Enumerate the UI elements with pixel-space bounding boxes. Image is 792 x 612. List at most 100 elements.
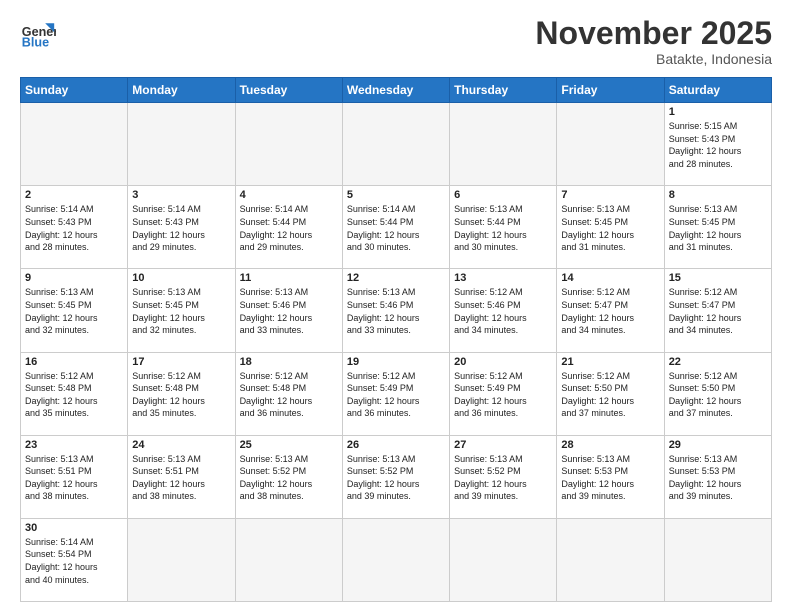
calendar-cell: 19 Sunrise: 5:12 AM Sunset: 5:49 PM Dayli… — [342, 352, 449, 435]
cell-info: Sunrise: 5:13 AM Sunset: 5:53 PM Dayligh… — [561, 453, 659, 503]
day-number: 21 — [561, 356, 659, 368]
day-number: 25 — [240, 439, 338, 451]
cell-info: Sunrise: 5:12 AM Sunset: 5:47 PM Dayligh… — [669, 286, 767, 336]
cell-info: Sunrise: 5:15 AM Sunset: 5:43 PM Dayligh… — [669, 120, 767, 170]
day-number: 16 — [25, 356, 123, 368]
header: General Blue November 2025 Batakte, Indo… — [20, 16, 772, 67]
calendar-cell: 9Sunrise: 5:13 AM Sunset: 5:45 PM Daylig… — [21, 269, 128, 352]
day-number: 26 — [347, 439, 445, 451]
day-number: 24 — [132, 439, 230, 451]
cell-info: Sunrise: 5:14 AM Sunset: 5:44 PM Dayligh… — [240, 203, 338, 253]
day-number: 23 — [25, 439, 123, 451]
cell-info: Sunrise: 5:12 AM Sunset: 5:48 PM Dayligh… — [25, 370, 123, 420]
calendar-cell: 4 Sunrise: 5:14 AM Sunset: 5:44 PM Daylig… — [235, 186, 342, 269]
day-header-thursday: Thursday — [450, 78, 557, 103]
calendar: SundayMondayTuesdayWednesdayThursdayFrid… — [20, 77, 772, 602]
cell-info: Sunrise: 5:13 AM Sunset: 5:51 PM Dayligh… — [25, 453, 123, 503]
calendar-cell — [128, 103, 235, 186]
day-number: 3 — [132, 189, 230, 201]
cell-info: Sunrise: 5:12 AM Sunset: 5:48 PM Dayligh… — [240, 370, 338, 420]
calendar-cell: 12 Sunrise: 5:13 AM Sunset: 5:46 PM Dayli… — [342, 269, 449, 352]
day-number: 19 — [347, 356, 445, 368]
cell-info: Sunrise: 5:14 AM Sunset: 5:54 PM Dayligh… — [25, 536, 123, 586]
day-header-wednesday: Wednesday — [342, 78, 449, 103]
day-header-saturday: Saturday — [664, 78, 771, 103]
calendar-cell: 24 Sunrise: 5:13 AM Sunset: 5:51 PM Dayli… — [128, 435, 235, 518]
calendar-cell — [342, 103, 449, 186]
svg-text:Blue: Blue — [22, 36, 49, 50]
day-header-monday: Monday — [128, 78, 235, 103]
day-number: 22 — [669, 356, 767, 368]
calendar-cell — [557, 518, 664, 601]
cell-info: Sunrise: 5:13 AM Sunset: 5:45 PM Dayligh… — [669, 203, 767, 253]
calendar-cell: 30 Sunrise: 5:14 AM Sunset: 5:54 PM Dayli… — [21, 518, 128, 601]
calendar-cell — [450, 518, 557, 601]
cell-info: Sunrise: 5:12 AM Sunset: 5:48 PM Dayligh… — [132, 370, 230, 420]
cell-info: Sunrise: 5:13 AM Sunset: 5:45 PM Dayligh… — [132, 286, 230, 336]
day-number: 11 — [240, 272, 338, 284]
cell-info: Sunrise: 5:13 AM Sunset: 5:52 PM Dayligh… — [347, 453, 445, 503]
cell-info: Sunrise: 5:12 AM Sunset: 5:46 PM Dayligh… — [454, 286, 552, 336]
day-number: 20 — [454, 356, 552, 368]
calendar-cell: 5Sunrise: 5:14 AM Sunset: 5:44 PM Daylig… — [342, 186, 449, 269]
calendar-cell: 17 Sunrise: 5:12 AM Sunset: 5:48 PM Dayli… — [128, 352, 235, 435]
logo: General Blue — [20, 16, 56, 52]
day-header-friday: Friday — [557, 78, 664, 103]
day-number: 6 — [454, 189, 552, 201]
day-number: 12 — [347, 272, 445, 284]
calendar-cell: 16 Sunrise: 5:12 AM Sunset: 5:48 PM Dayli… — [21, 352, 128, 435]
day-header-sunday: Sunday — [21, 78, 128, 103]
calendar-cell: 27Sunrise: 5:13 AM Sunset: 5:52 PM Dayli… — [450, 435, 557, 518]
month-title: November 2025 — [535, 16, 772, 51]
calendar-cell: 14Sunrise: 5:12 AM Sunset: 5:47 PM Dayli… — [557, 269, 664, 352]
cell-info: Sunrise: 5:13 AM Sunset: 5:44 PM Dayligh… — [454, 203, 552, 253]
calendar-cell: 10 Sunrise: 5:13 AM Sunset: 5:45 PM Dayli… — [128, 269, 235, 352]
calendar-cell: 2 Sunrise: 5:14 AM Sunset: 5:43 PM Daylig… — [21, 186, 128, 269]
day-number: 30 — [25, 522, 123, 534]
day-number: 28 — [561, 439, 659, 451]
day-number: 29 — [669, 439, 767, 451]
calendar-cell — [557, 103, 664, 186]
day-number: 7 — [561, 189, 659, 201]
cell-info: Sunrise: 5:13 AM Sunset: 5:46 PM Dayligh… — [240, 286, 338, 336]
day-number: 2 — [25, 189, 123, 201]
calendar-cell — [21, 103, 128, 186]
logo-icon: General Blue — [20, 16, 56, 52]
calendar-cell: 28 Sunrise: 5:13 AM Sunset: 5:53 PM Dayli… — [557, 435, 664, 518]
calendar-cell — [235, 518, 342, 601]
day-number: 1 — [669, 106, 767, 118]
day-number: 4 — [240, 189, 338, 201]
day-number: 10 — [132, 272, 230, 284]
day-number: 17 — [132, 356, 230, 368]
day-header-tuesday: Tuesday — [235, 78, 342, 103]
cell-info: Sunrise: 5:12 AM Sunset: 5:49 PM Dayligh… — [454, 370, 552, 420]
day-number: 15 — [669, 272, 767, 284]
cell-info: Sunrise: 5:13 AM Sunset: 5:51 PM Dayligh… — [132, 453, 230, 503]
calendar-cell — [235, 103, 342, 186]
day-number: 14 — [561, 272, 659, 284]
calendar-cell: 15 Sunrise: 5:12 AM Sunset: 5:47 PM Dayli… — [664, 269, 771, 352]
page: General Blue November 2025 Batakte, Indo… — [0, 0, 792, 612]
day-number: 8 — [669, 189, 767, 201]
calendar-cell: 23 Sunrise: 5:13 AM Sunset: 5:51 PM Dayli… — [21, 435, 128, 518]
calendar-cell: 29Sunrise: 5:13 AM Sunset: 5:53 PM Dayli… — [664, 435, 771, 518]
day-number: 27 — [454, 439, 552, 451]
calendar-cell: 8 Sunrise: 5:13 AM Sunset: 5:45 PM Daylig… — [664, 186, 771, 269]
cell-info: Sunrise: 5:14 AM Sunset: 5:43 PM Dayligh… — [132, 203, 230, 253]
calendar-cell: 18Sunrise: 5:12 AM Sunset: 5:48 PM Dayli… — [235, 352, 342, 435]
calendar-cell: 21 Sunrise: 5:12 AM Sunset: 5:50 PM Dayli… — [557, 352, 664, 435]
calendar-cell: 6 Sunrise: 5:13 AM Sunset: 5:44 PM Daylig… — [450, 186, 557, 269]
day-number: 13 — [454, 272, 552, 284]
cell-info: Sunrise: 5:12 AM Sunset: 5:49 PM Dayligh… — [347, 370, 445, 420]
cell-info: Sunrise: 5:14 AM Sunset: 5:43 PM Dayligh… — [25, 203, 123, 253]
calendar-cell: 26 Sunrise: 5:13 AM Sunset: 5:52 PM Dayli… — [342, 435, 449, 518]
cell-info: Sunrise: 5:13 AM Sunset: 5:46 PM Dayligh… — [347, 286, 445, 336]
calendar-cell — [664, 518, 771, 601]
calendar-cell: 11 Sunrise: 5:13 AM Sunset: 5:46 PM Dayli… — [235, 269, 342, 352]
cell-info: Sunrise: 5:12 AM Sunset: 5:50 PM Dayligh… — [561, 370, 659, 420]
calendar-cell: 7Sunrise: 5:13 AM Sunset: 5:45 PM Daylig… — [557, 186, 664, 269]
calendar-cell — [342, 518, 449, 601]
cell-info: Sunrise: 5:13 AM Sunset: 5:52 PM Dayligh… — [240, 453, 338, 503]
location: Batakte, Indonesia — [535, 51, 772, 67]
calendar-cell: 3 Sunrise: 5:14 AM Sunset: 5:43 PM Daylig… — [128, 186, 235, 269]
